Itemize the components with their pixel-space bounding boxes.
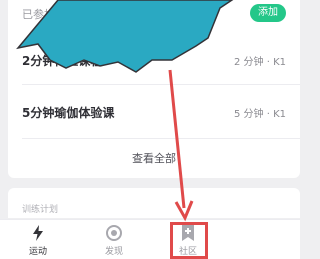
joined-label: 已参加 — [22, 8, 55, 21]
training-plan-section: 训练计划 — [8, 188, 300, 218]
course-card: 已参加 添加 2分钟体验课程 2 分钟 · K1 5分钟瑜伽体验课 5 分钟 ·… — [8, 0, 300, 178]
course-title: 5分钟瑜伽体验课 — [22, 106, 115, 120]
tab-label: 发现 — [104, 247, 123, 257]
course-meta: 5 分钟 · K1 — [234, 109, 286, 120]
course-row[interactable]: 5分钟瑜伽体验课 5 分钟 · K1 — [22, 92, 300, 132]
row-divider — [22, 138, 300, 139]
course-title: 2分钟体验课程 — [22, 54, 103, 68]
tab-discover[interactable]: 发现 — [84, 220, 144, 259]
view-all-link[interactable]: 查看全部 — [8, 150, 300, 166]
lightning-icon — [33, 225, 43, 241]
add-button[interactable]: 添加 — [250, 4, 286, 22]
row-divider — [22, 84, 300, 85]
course-meta: 2 分钟 · K1 — [234, 57, 286, 68]
course-row[interactable]: 2分钟体验课程 2 分钟 · K1 — [22, 40, 300, 80]
bottom-tabbar: 运动 发现 社区 — [0, 219, 300, 259]
highlight-box — [170, 222, 208, 259]
tab-sport[interactable]: 运动 — [8, 220, 68, 259]
tab-label: 运动 — [28, 247, 47, 257]
section-title: 训练计划 — [22, 205, 59, 215]
target-icon — [106, 225, 122, 241]
